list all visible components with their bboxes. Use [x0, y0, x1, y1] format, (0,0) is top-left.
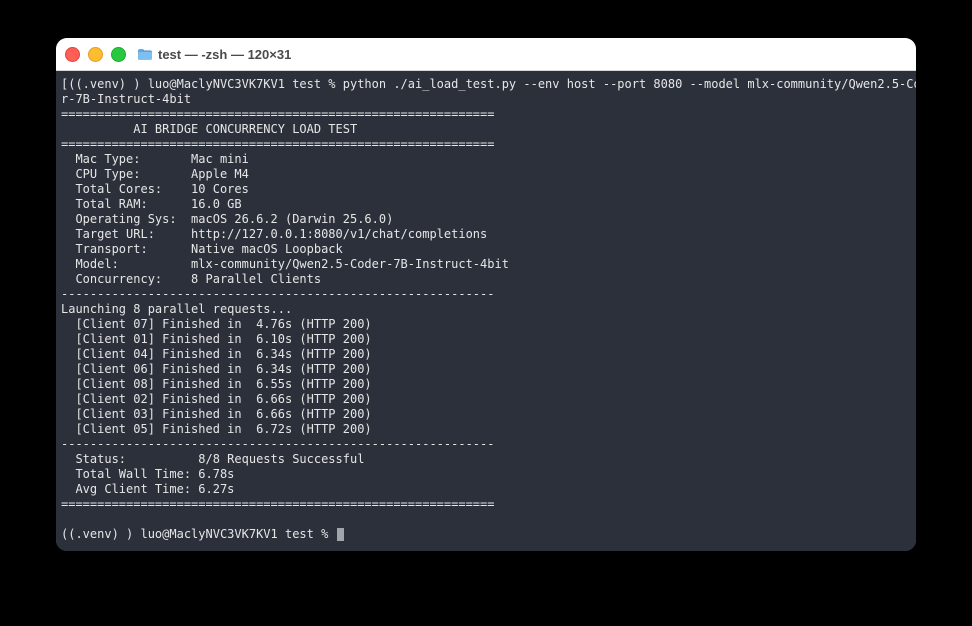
- terminal-line: ========================================…: [61, 497, 495, 511]
- terminal-line: AI BRIDGE CONCURRENCY LOAD TEST: [61, 122, 358, 136]
- command-prompt[interactable]: ((.venv) ) luo@MaclyNVC3VK7KV1 test %: [61, 527, 916, 542]
- cursor: [336, 528, 344, 541]
- terminal-line: ----------------------------------------…: [61, 437, 495, 451]
- terminal-line: [Client 08] Finished in 6.55s (HTTP 200): [61, 377, 372, 391]
- terminal-line: Concurrency: 8 Parallel Clients: [61, 272, 322, 286]
- terminal-line: Mac Type: Mac mini: [61, 152, 249, 166]
- terminal-line: ========================================…: [61, 107, 495, 121]
- terminal-line: Operating Sys: macOS 26.6.2 (Darwin 25.6…: [61, 212, 394, 226]
- terminal-line: Avg Client Time: 6.27s: [61, 482, 235, 496]
- terminal-line: Status: 8/8 Requests Successful: [61, 452, 365, 466]
- window-title: test — -zsh — 120×31: [158, 46, 292, 62]
- terminal-line: [Client 04] Finished in 6.34s (HTTP 200): [61, 347, 372, 361]
- minimize-icon[interactable]: [88, 47, 103, 62]
- terminal-line: Target URL: http://127.0.0.1:8080/v1/cha…: [61, 227, 488, 241]
- close-icon[interactable]: [65, 47, 80, 62]
- terminal-line: Total Cores: 10 Cores: [61, 182, 249, 196]
- prompt-text: ((.venv) ) luo@MaclyNVC3VK7KV1 test %: [61, 527, 336, 541]
- terminal-line: r-7B-Instruct-4bit: [61, 92, 192, 106]
- folder-icon: [138, 48, 152, 60]
- terminal-line: ========================================…: [61, 137, 495, 151]
- terminal-output[interactable]: [((.venv) ) luo@MaclyNVC3VK7KV1 test % p…: [56, 71, 916, 551]
- terminal-line: Transport: Native macOS Loopback: [61, 242, 343, 256]
- terminal-window: test — -zsh — 120×31 [((.venv) ) luo@Mac…: [56, 38, 916, 551]
- terminal-line: ----------------------------------------…: [61, 287, 495, 301]
- terminal-line: Total Wall Time: 6.78s: [61, 467, 235, 481]
- zoom-icon[interactable]: [111, 47, 126, 62]
- terminal-line: [Client 03] Finished in 6.66s (HTTP 200): [61, 407, 372, 421]
- terminal-line: Model: mlx-community/Qwen2.5-Coder-7B-In…: [61, 257, 509, 271]
- terminal-line: [Client 01] Finished in 6.10s (HTTP 200): [61, 332, 372, 346]
- terminal-line: [Client 02] Finished in 6.66s (HTTP 200): [61, 392, 372, 406]
- terminal-line: Total RAM: 16.0 GB: [61, 197, 242, 211]
- output-lines: [((.venv) ) luo@MaclyNVC3VK7KV1 test % p…: [61, 77, 916, 527]
- window-title-group: test — -zsh — 120×31: [138, 38, 291, 70]
- terminal-line: [Client 05] Finished in 6.72s (HTTP 200): [61, 422, 372, 436]
- terminal-line: CPU Type: Apple M4: [61, 167, 249, 181]
- terminal-line: [Client 07] Finished in 4.76s (HTTP 200): [61, 317, 372, 331]
- terminal-line: [Client 06] Finished in 6.34s (HTTP 200): [61, 362, 372, 376]
- terminal-line: Launching 8 parallel requests...: [61, 302, 293, 316]
- terminal-line: [((.venv) ) luo@MaclyNVC3VK7KV1 test % p…: [61, 77, 916, 91]
- title-bar[interactable]: test — -zsh — 120×31: [56, 38, 916, 71]
